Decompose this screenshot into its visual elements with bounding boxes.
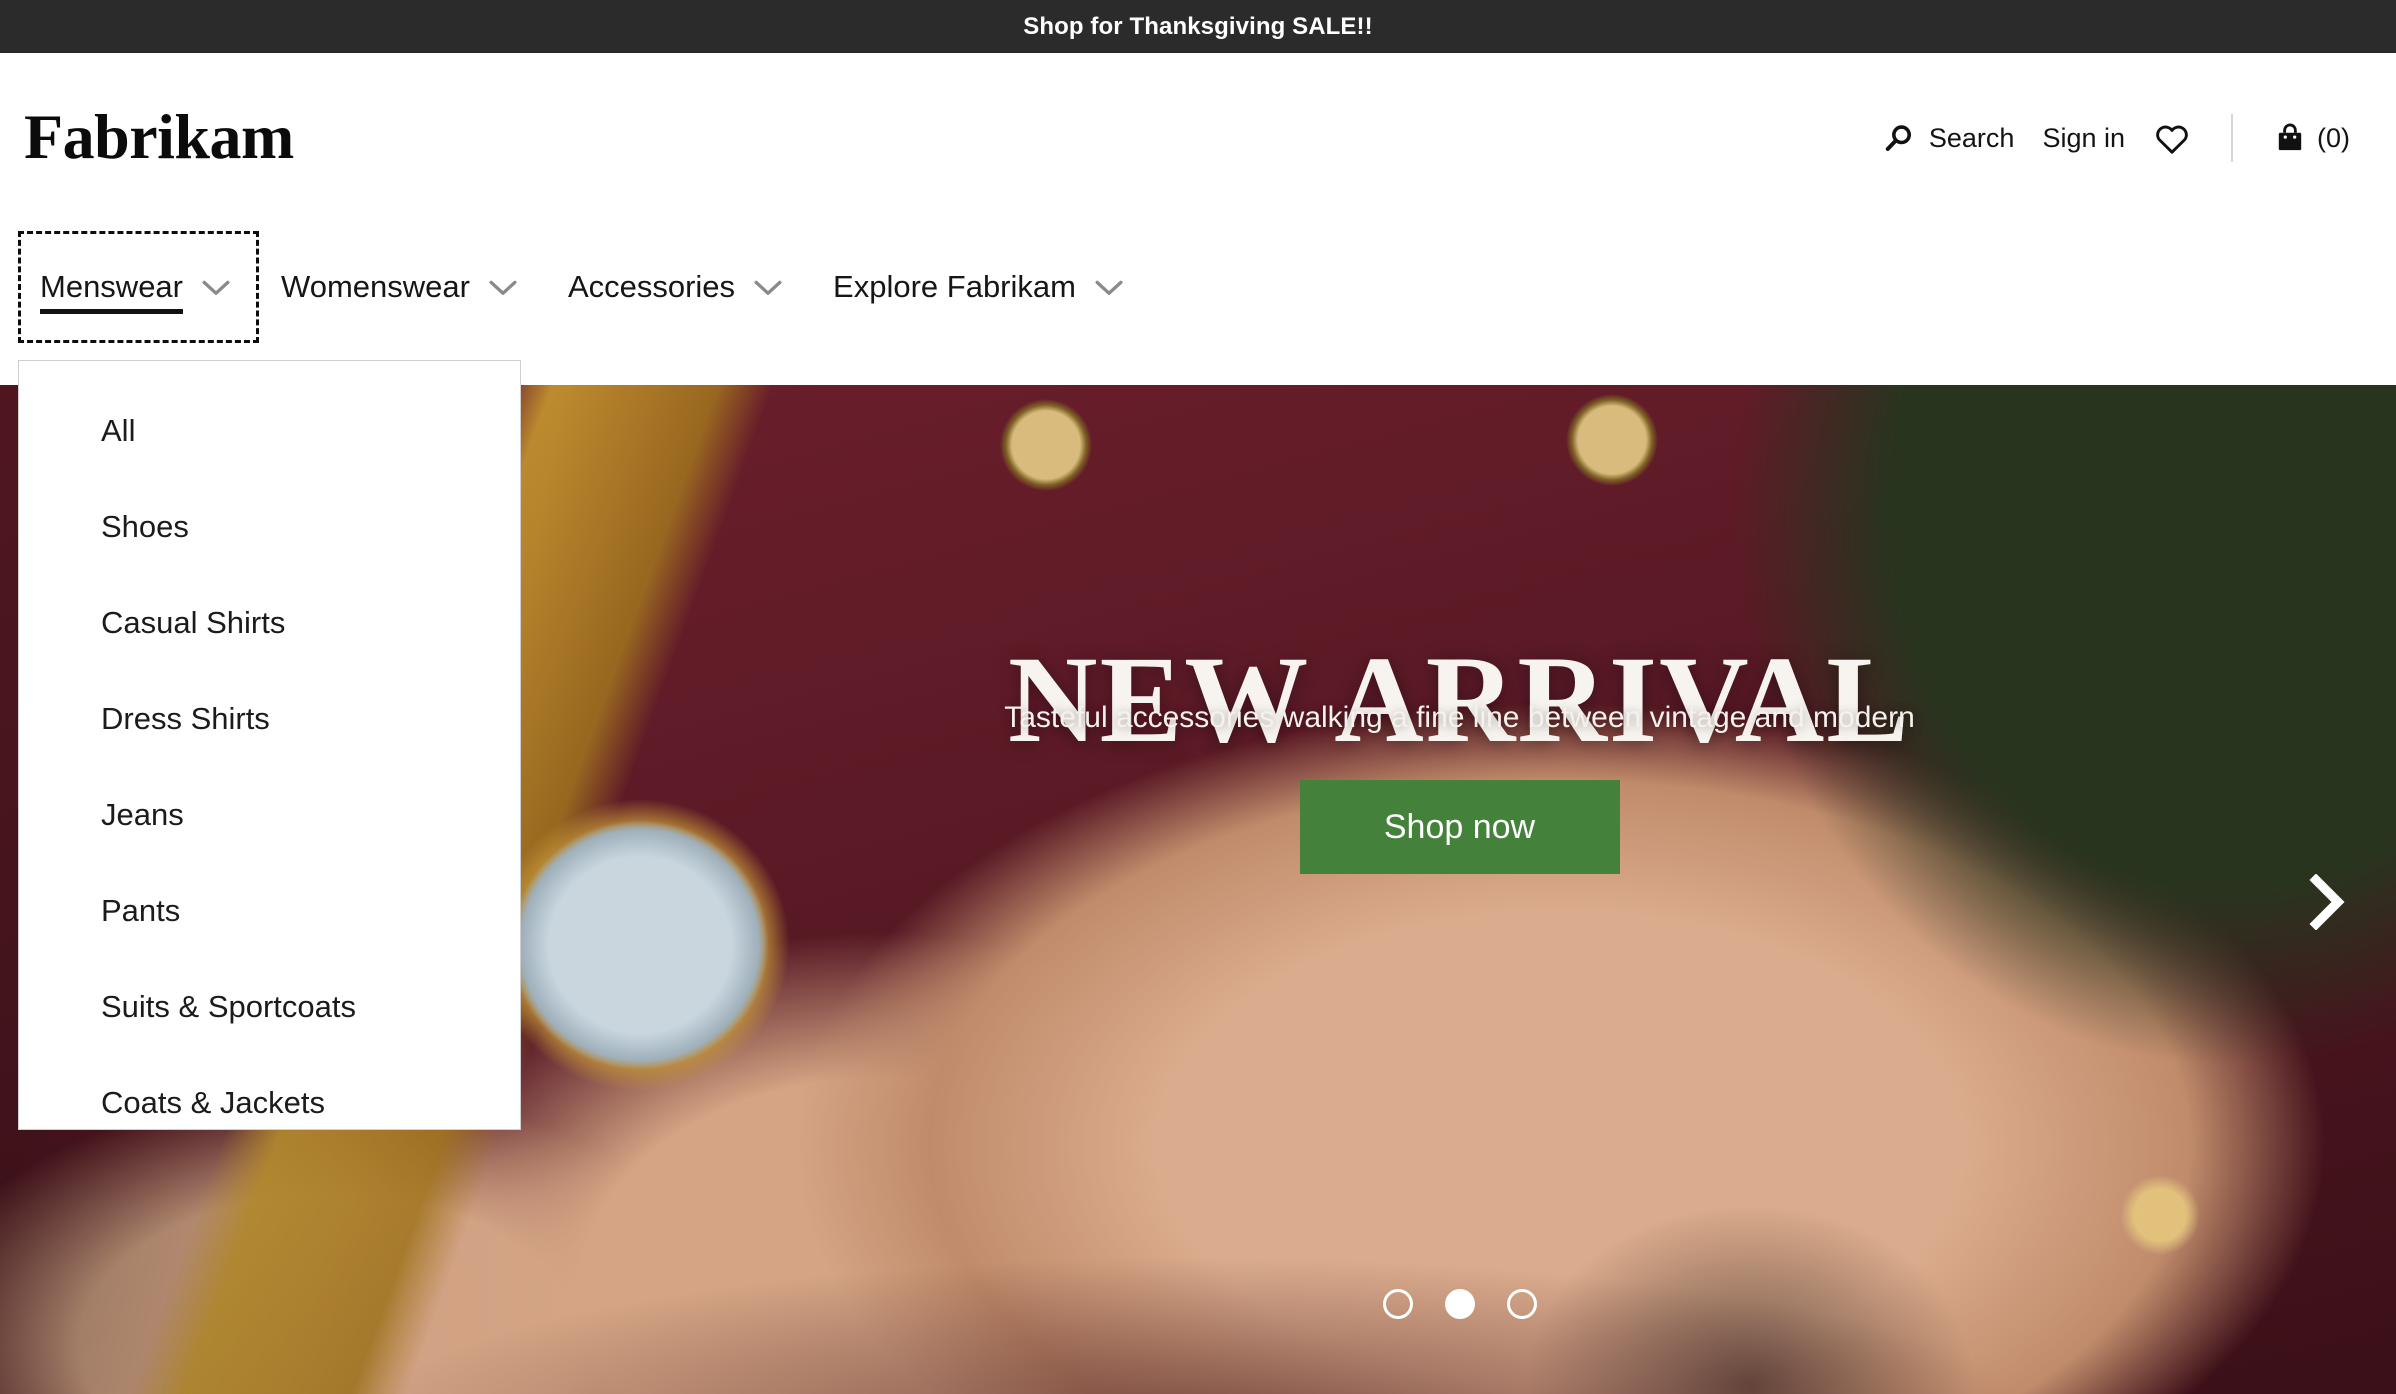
nav-item-accessories-label: Accessories [567, 269, 736, 305]
nav-item-accessories[interactable]: Accessories [546, 231, 811, 343]
dropdown-item-all[interactable]: All [19, 383, 520, 479]
dropdown-item-shoes[interactable]: Shoes [19, 479, 520, 575]
carousel-next-button[interactable] [2294, 872, 2358, 936]
nav-item-explore-fabrikam-label: Explore Fabrikam [833, 269, 1076, 305]
dropdown-item-coats-jackets[interactable]: Coats & Jackets [19, 1055, 520, 1151]
sign-in-button[interactable]: Sign in [2028, 115, 2139, 162]
menswear-dropdown-menu: All Shoes Casual Shirts Dress Shirts Jea… [18, 360, 521, 1130]
nav-item-womenswear-label: Womenswear [281, 269, 470, 305]
dropdown-item-jeans[interactable]: Jeans [19, 767, 520, 863]
cart-count: (0) [2317, 122, 2350, 153]
header-actions: Search Sign in (0) [1868, 53, 2364, 223]
nav-list: Menswear Womenswear Accessories Explore … [18, 231, 1152, 343]
dropdown-item-pants[interactable]: Pants [19, 863, 520, 959]
hero-cta-wrap: Shop now [523, 780, 2396, 874]
nav-item-womenswear[interactable]: Womenswear [259, 231, 546, 343]
wishlist-button[interactable] [2139, 111, 2205, 165]
page-root: Shop for Thanksgiving SALE!! Fabrikam Se… [0, 0, 2396, 1394]
chevron-down-icon [201, 269, 231, 305]
chevron-down-icon [753, 269, 783, 305]
nav-item-explore-fabrikam[interactable]: Explore Fabrikam [811, 231, 1152, 343]
dropdown-item-suits-sportcoats[interactable]: Suits & Sportcoats [19, 959, 520, 1055]
sign-in-label: Sign in [2042, 122, 2125, 153]
shopping-bag-icon [2273, 121, 2307, 155]
heart-icon [2153, 121, 2191, 155]
header-divider [2231, 114, 2233, 162]
carousel-dots [523, 1289, 2396, 1319]
search-button[interactable]: Search [1868, 112, 2029, 165]
carousel-dot-2[interactable] [1444, 1289, 1475, 1319]
dropdown-item-dress-shirts[interactable]: Dress Shirts [19, 671, 520, 767]
search-icon [1882, 122, 1915, 155]
hero-content: NEW ARRIVAL Tasteful accessories walking… [523, 385, 2396, 1394]
chevron-down-icon [488, 269, 518, 305]
cart-button[interactable]: (0) [2259, 111, 2364, 165]
chevron-right-icon [2304, 872, 2348, 935]
promo-banner: Shop for Thanksgiving SALE!! [0, 0, 2396, 53]
chevron-down-icon [1094, 269, 1124, 305]
hero-subtitle: Tasteful accessories walking a fine line… [1004, 701, 1915, 734]
promo-banner-text: Shop for Thanksgiving SALE!! [1023, 12, 1373, 40]
dropdown-item-casual-shirts[interactable]: Casual Shirts [19, 575, 520, 671]
nav-item-menswear-label: Menswear [40, 269, 183, 314]
search-label: Search [1928, 122, 2015, 153]
shop-now-button[interactable]: Shop now [1299, 780, 1620, 874]
carousel-dot-3[interactable] [1506, 1289, 1537, 1319]
site-header: Fabrikam Search Sign in (0) [0, 53, 2396, 223]
brand-logo[interactable]: Fabrikam [24, 105, 294, 169]
nav-item-menswear[interactable]: Menswear [18, 231, 259, 343]
carousel-dot-1[interactable] [1382, 1289, 1413, 1319]
